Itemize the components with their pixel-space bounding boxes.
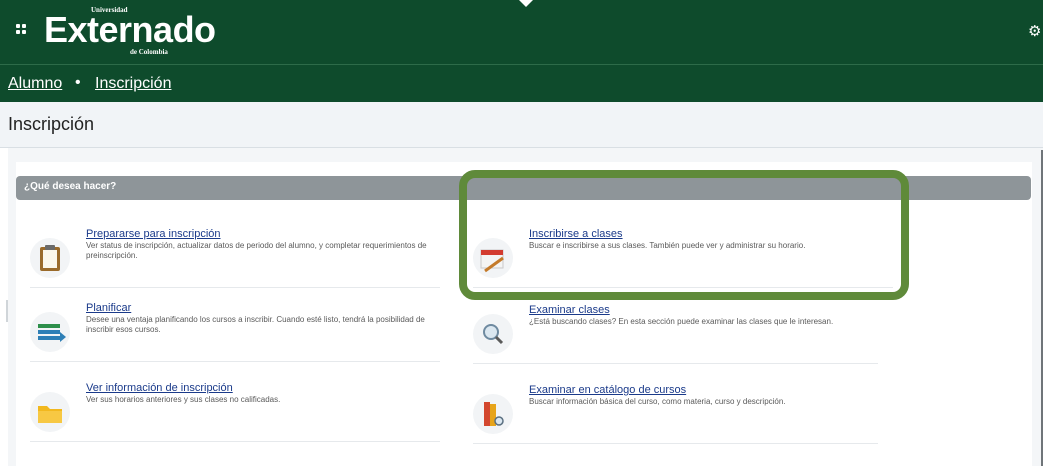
- action-link-examinar-clases[interactable]: Examinar clases: [529, 304, 610, 316]
- breadcrumb-inscripcion[interactable]: Inscripción: [95, 75, 171, 93]
- catalog-books-icon: [473, 394, 513, 434]
- action-item-catalogo[interactable]: Examinar en catálogo de cursos Buscar in…: [473, 384, 878, 444]
- left-edge-divider: [6, 300, 8, 322]
- action-desc-prepararse: Ver status de inscripción, actualizar da…: [86, 241, 427, 260]
- action-item-planificar[interactable]: Planificar Desee una ventaja planificand…: [30, 302, 440, 362]
- list-plan-icon: [30, 312, 70, 352]
- page-title: Inscripción: [8, 114, 95, 134]
- panel-header: ¿Qué desea hacer?: [16, 176, 1031, 200]
- clipboard-icon: [30, 238, 70, 278]
- apps-grid-icon[interactable]: [16, 24, 30, 38]
- action-link-catalogo[interactable]: Examinar en catálogo de cursos: [529, 384, 686, 396]
- action-item-prepararse[interactable]: Prepararse para inscripción Ver status d…: [30, 228, 440, 288]
- breadcrumb: Alumno • Inscripción: [0, 64, 1043, 102]
- page-title-bar: Inscripción: [0, 102, 1043, 148]
- action-item-examinar-clases[interactable]: Examinar clases ¿Está buscando clases? E…: [473, 304, 878, 364]
- action-desc-ver-informacion: Ver sus horarios anteriores y sus clases…: [86, 395, 281, 404]
- action-item-inscribirse[interactable]: Inscribirse a clases Buscar e inscribirs…: [473, 228, 893, 288]
- top-header: Universidad Externado de Colombia ⚙: [0, 0, 1043, 64]
- folder-icon: [30, 392, 70, 432]
- action-link-prepararse[interactable]: Prepararse para inscripción: [86, 228, 221, 240]
- chevron-down-icon: [519, 0, 533, 7]
- breadcrumb-alumno[interactable]: Alumno: [8, 75, 62, 93]
- action-link-inscribirse[interactable]: Inscribirse a clases: [529, 228, 623, 240]
- logo-bottom-text: de Colombia: [130, 48, 168, 56]
- logo-main-text: Externado: [44, 9, 216, 50]
- magnifier-icon: [473, 314, 513, 354]
- university-logo[interactable]: Universidad Externado de Colombia: [44, 6, 216, 60]
- panel-title: ¿Qué desea hacer?: [24, 181, 117, 192]
- action-link-ver-informacion[interactable]: Ver información de inscripción: [86, 382, 233, 394]
- calendar-pencil-icon: [473, 238, 513, 278]
- page: Universidad Externado de Colombia ⚙ Alum…: [0, 0, 1043, 466]
- action-link-planificar[interactable]: Planificar: [86, 302, 131, 314]
- gear-icon[interactable]: ⚙: [1028, 24, 1043, 39]
- action-desc-catalogo: Buscar información básica del curso, com…: [529, 397, 786, 406]
- action-desc-inscribirse: Buscar e inscribirse a sus clases. Tambi…: [529, 241, 806, 250]
- actions-panel: ¿Qué desea hacer? Prepararse para inscri…: [16, 162, 1032, 466]
- action-item-ver-informacion[interactable]: Ver información de inscripción Ver sus h…: [30, 382, 440, 442]
- breadcrumb-separator: •: [75, 74, 81, 91]
- content-area: ¿Qué desea hacer? Prepararse para inscri…: [8, 148, 1043, 466]
- action-desc-examinar-clases: ¿Está buscando clases? En esta sección p…: [529, 317, 834, 326]
- action-desc-planificar: Desee una ventaja planificando los curso…: [86, 315, 425, 334]
